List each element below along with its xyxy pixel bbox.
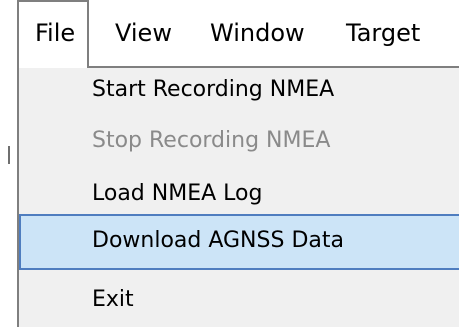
- window-edge-mark: [8, 146, 10, 164]
- menu-item-exit[interactable]: Exit: [21, 278, 459, 326]
- menu-item-start-recording-nmea[interactable]: Start Recording NMEA: [21, 68, 459, 116]
- menu-view[interactable]: View: [115, 0, 172, 66]
- file-dropdown-menu: Start Recording NMEA Stop Recording NMEA…: [17, 66, 459, 327]
- application-window: File View Window Target Start Recording …: [0, 0, 459, 327]
- menu-item-stop-recording-nmea: Stop Recording NMEA: [92, 128, 331, 153]
- menu-file[interactable]: File: [17, 0, 89, 68]
- menu-item-load-nmea-log[interactable]: Load NMEA Log: [21, 172, 459, 220]
- menu-bar: File View Window Target: [0, 0, 459, 68]
- menu-window[interactable]: Window: [210, 0, 305, 66]
- menu-item-download-agnss-data[interactable]: Download AGNSS Data: [19, 214, 459, 270]
- menu-target[interactable]: Target: [346, 0, 420, 66]
